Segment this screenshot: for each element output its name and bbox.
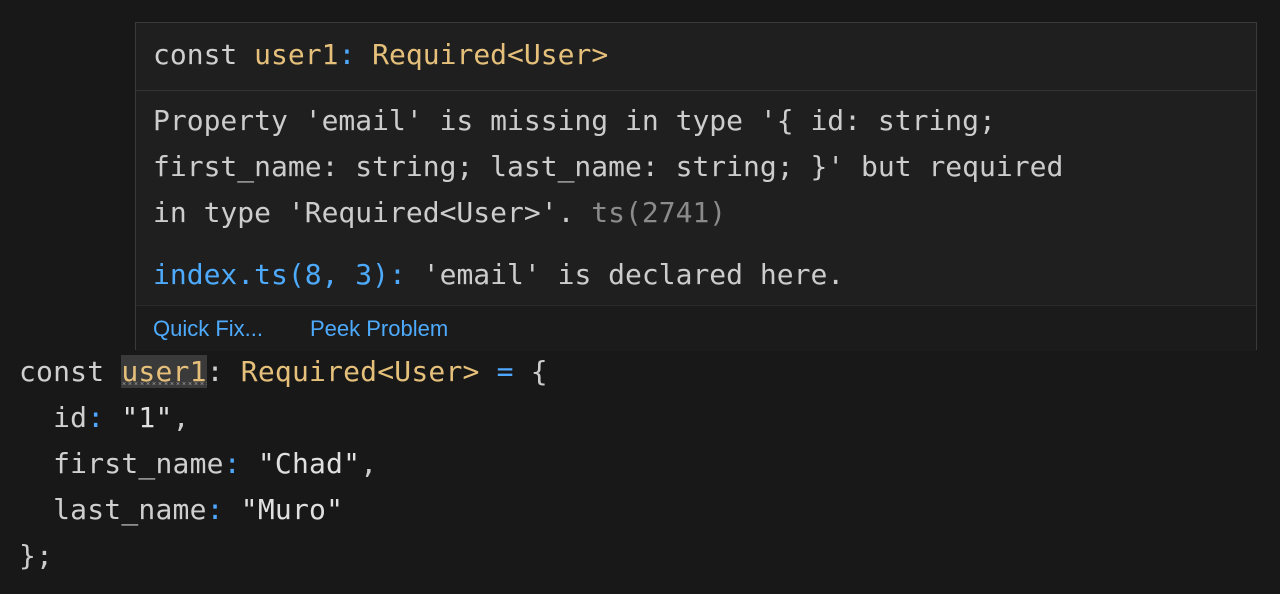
const-keyword: const xyxy=(19,355,105,388)
hover-const-keyword: const xyxy=(153,38,238,71)
property-id: id xyxy=(53,401,88,434)
property-colon: : xyxy=(223,447,241,480)
related-text: 'email' is declared here. xyxy=(405,258,845,291)
type-annotation: Required<User> xyxy=(240,355,480,388)
code-line-4[interactable]: last_name: "Muro" xyxy=(19,487,343,533)
code-line-5[interactable]: }; xyxy=(19,533,53,579)
related-location-link[interactable]: index.ts(8, 3): xyxy=(153,258,406,291)
hover-actions-bar: Quick Fix... Peek Problem xyxy=(136,305,1256,351)
comma: , xyxy=(360,447,378,480)
hover-variable-name: user1 xyxy=(254,38,339,71)
hover-signature: const user1: Required<User> xyxy=(153,35,608,75)
comma: , xyxy=(172,401,190,434)
error-message-line-1: Property 'email' is missing in type '{ i… xyxy=(153,104,996,137)
related-information: index.ts(8, 3): 'email' is declared here… xyxy=(153,252,844,298)
string-value: "1" xyxy=(121,401,173,434)
error-message: Property 'email' is missing in type '{ i… xyxy=(153,98,1243,236)
code-line-1[interactable]: const user1: Required<User> = { xyxy=(19,349,548,395)
code-line-3[interactable]: first_name: "Chad", xyxy=(19,441,377,487)
property-first-name: first_name xyxy=(53,447,224,480)
property-colon: : xyxy=(87,401,105,434)
hover-type: Required<User> xyxy=(372,38,609,71)
type-colon: : xyxy=(206,355,224,388)
hover-colon: : xyxy=(338,38,356,71)
error-hover-widget: const user1: Required<User> Property 'em… xyxy=(135,22,1257,351)
property-last-name: last_name xyxy=(53,493,207,526)
code-line-2[interactable]: id: "1", xyxy=(19,395,190,441)
open-brace: { xyxy=(530,355,548,388)
closing-brace: }; xyxy=(19,539,54,572)
string-value: "Muro" xyxy=(240,493,344,526)
error-code: ts(2741) xyxy=(591,196,727,229)
error-token-user1[interactable]: user1 xyxy=(121,355,207,388)
quick-fix-button[interactable]: Quick Fix... xyxy=(153,306,263,351)
hover-divider xyxy=(136,90,1256,91)
string-value: "Chad" xyxy=(257,447,361,480)
property-colon: : xyxy=(206,493,224,526)
equals-operator: = xyxy=(496,355,514,388)
error-message-line-2: first_name: string; last_name: string; }… xyxy=(153,150,1064,183)
peek-problem-button[interactable]: Peek Problem xyxy=(310,306,448,351)
error-message-line-3: in type 'Required<User>'. xyxy=(153,196,575,229)
